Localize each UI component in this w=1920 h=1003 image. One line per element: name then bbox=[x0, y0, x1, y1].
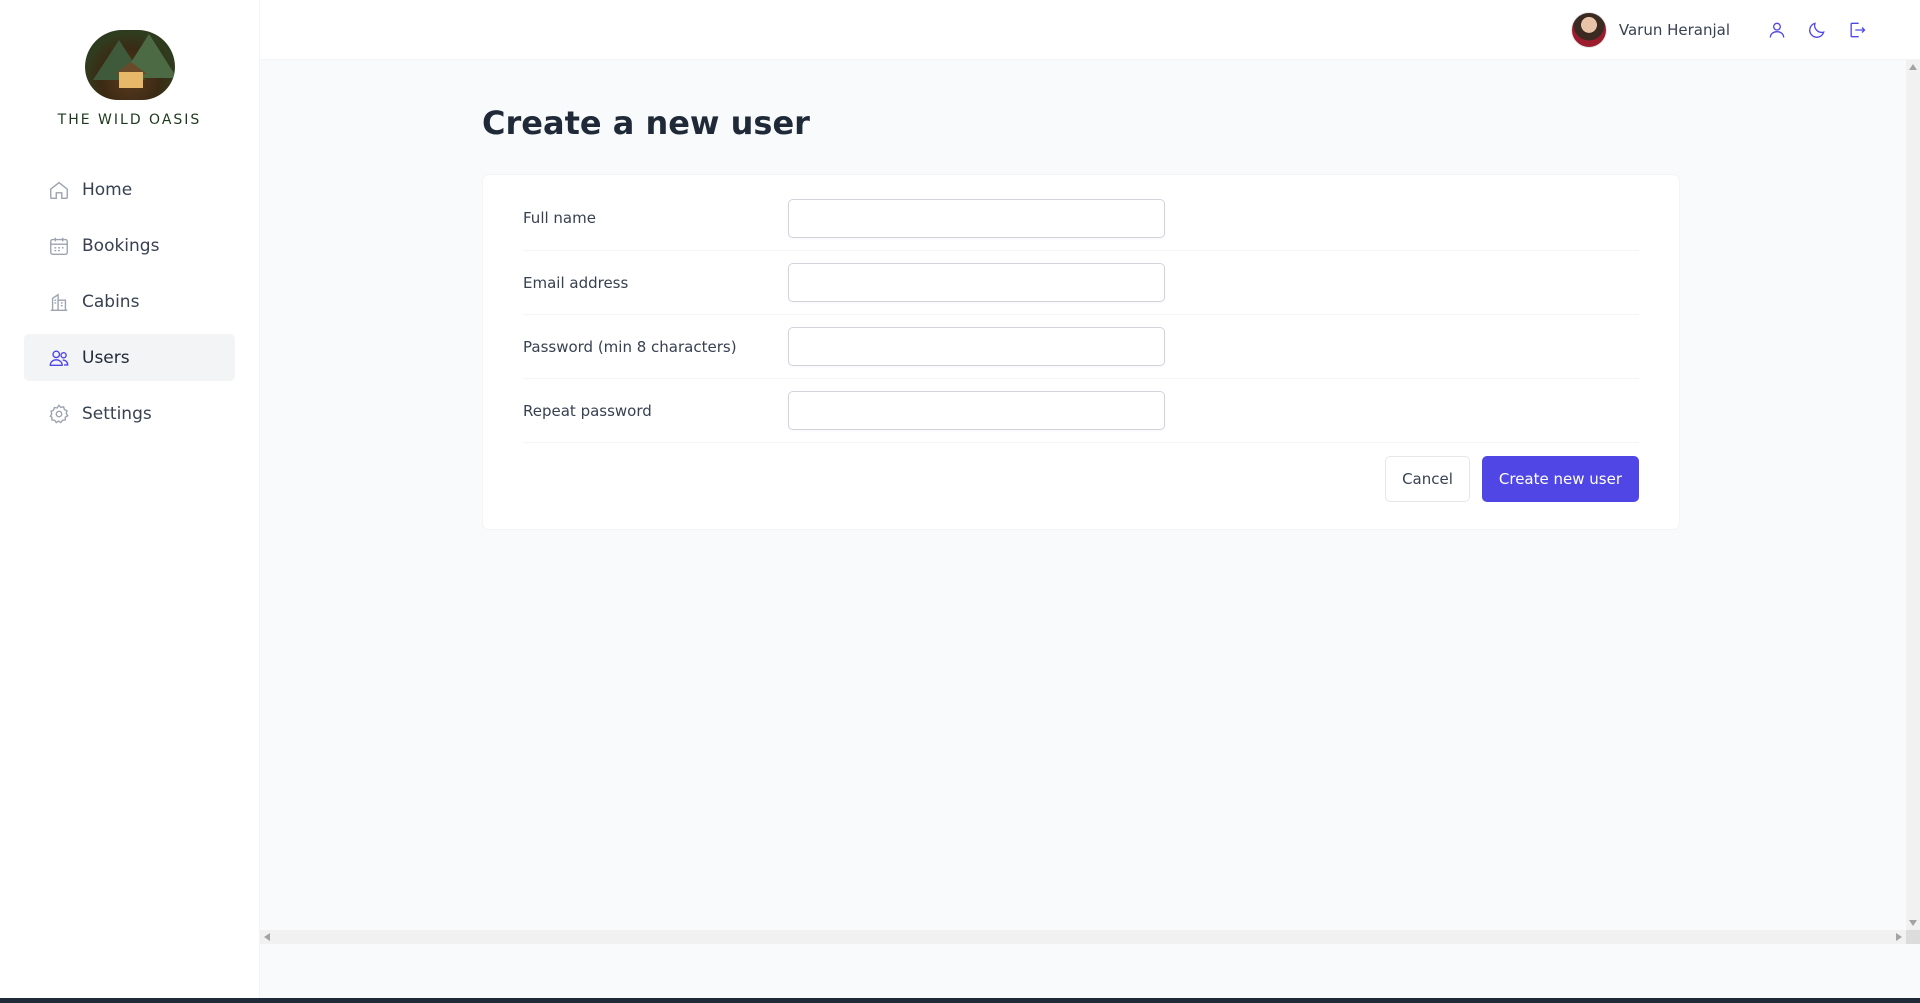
repeat-password-input[interactable] bbox=[788, 391, 1165, 430]
sidebar-item-label: Users bbox=[82, 347, 130, 368]
logo: THE WILD OASIS bbox=[0, 30, 259, 128]
app: THE WILD OASIS Home Bookings Cabins User… bbox=[0, 0, 1920, 998]
gear-icon bbox=[49, 403, 69, 423]
create-user-button[interactable]: Create new user bbox=[1481, 456, 1639, 502]
user-name: Varun Heranjal bbox=[1618, 20, 1730, 39]
sidebar-item-cabins[interactable]: Cabins bbox=[24, 278, 235, 325]
cancel-button[interactable]: Cancel bbox=[1385, 456, 1470, 502]
brand-name: THE WILD OASIS bbox=[57, 112, 202, 128]
scrollbar-corner bbox=[1906, 930, 1920, 944]
email-input[interactable] bbox=[788, 263, 1165, 302]
form-actions: Cancel Create new user bbox=[523, 443, 1639, 505]
scroll-left-icon[interactable] bbox=[264, 933, 270, 941]
calendar-icon bbox=[50, 237, 68, 255]
sidebar-item-label: Settings bbox=[82, 403, 152, 424]
scroll-down-icon[interactable] bbox=[1909, 920, 1917, 926]
sidebar-nav: Home Bookings Cabins Users Settings bbox=[0, 166, 259, 437]
form-row-full-name: Full name bbox=[523, 199, 1639, 251]
horizontal-scrollbar[interactable] bbox=[260, 930, 1920, 944]
form-row-password: Password (min 8 characters) bbox=[523, 315, 1639, 379]
avatar bbox=[1570, 11, 1607, 48]
users-icon bbox=[49, 349, 69, 366]
logout-button[interactable] bbox=[1844, 17, 1870, 43]
password-label: Password (min 8 characters) bbox=[523, 337, 737, 356]
sidebar-item-label: Bookings bbox=[82, 235, 160, 256]
logo-image bbox=[84, 30, 175, 100]
form-row-repeat-password: Repeat password bbox=[523, 379, 1639, 443]
email-label: Email address bbox=[523, 273, 629, 292]
moon-icon bbox=[1809, 21, 1825, 38]
home-icon bbox=[50, 181, 68, 199]
main-area: Varun Heranjal Create a new user Full na… bbox=[260, 0, 1920, 998]
sidebar: THE WILD OASIS Home Bookings Cabins User… bbox=[0, 0, 260, 998]
sidebar-item-home[interactable]: Home bbox=[24, 166, 235, 213]
sidebar-item-label: Home bbox=[82, 179, 133, 200]
form-row-email: Email address bbox=[523, 251, 1639, 315]
window-bottom-edge bbox=[0, 998, 1920, 1003]
sidebar-item-settings[interactable]: Settings bbox=[24, 390, 235, 437]
sidebar-item-label: Cabins bbox=[82, 291, 140, 312]
create-user-form: Full name Email address Password (min 8 … bbox=[482, 174, 1680, 530]
scroll-right-icon[interactable] bbox=[1896, 933, 1902, 941]
current-user: Varun Heranjal bbox=[1570, 11, 1730, 48]
account-button[interactable] bbox=[1764, 17, 1790, 43]
logout-icon bbox=[1850, 22, 1866, 37]
repeat-password-label: Repeat password bbox=[523, 401, 652, 420]
password-input[interactable] bbox=[788, 327, 1165, 366]
top-header: Varun Heranjal bbox=[260, 0, 1920, 60]
full-name-label: Full name bbox=[523, 209, 596, 227]
dark-mode-toggle[interactable] bbox=[1804, 17, 1830, 43]
sidebar-item-bookings[interactable]: Bookings bbox=[24, 222, 235, 269]
user-icon bbox=[1769, 22, 1785, 38]
scroll-up-icon[interactable] bbox=[1909, 64, 1917, 70]
sidebar-item-users[interactable]: Users bbox=[24, 334, 235, 381]
full-name-input[interactable] bbox=[788, 199, 1165, 238]
cabins-icon bbox=[50, 292, 68, 311]
page-title: Create a new user bbox=[482, 104, 810, 142]
vertical-scrollbar[interactable] bbox=[1906, 60, 1920, 930]
content-area: Create a new user Full name Email addres… bbox=[260, 60, 1920, 998]
